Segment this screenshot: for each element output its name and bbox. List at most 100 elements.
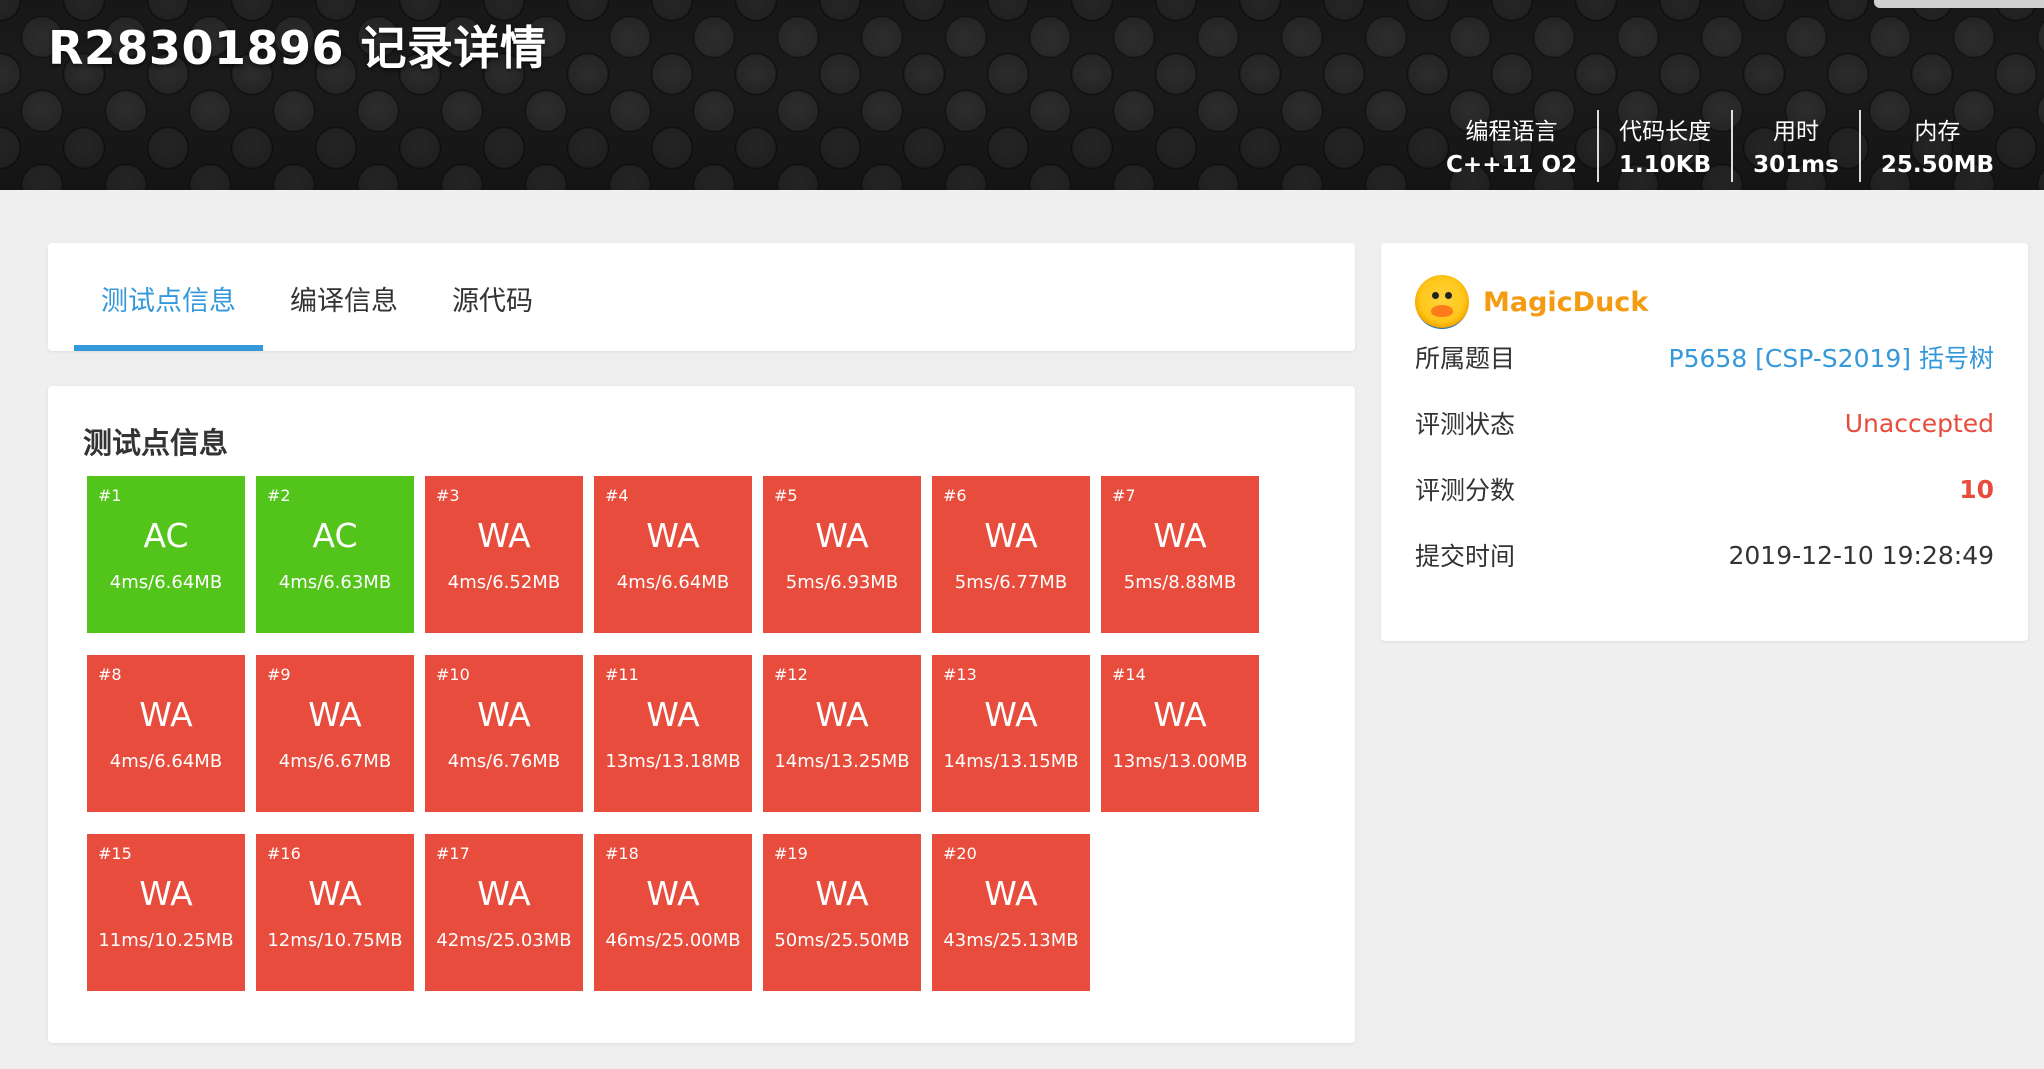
test-case-status: WA [139,695,193,734]
test-case-number: #14 [1112,665,1146,684]
test-case-number: #7 [1112,486,1136,505]
test-case-tile[interactable]: #16 WA 12ms/10.75MB [256,834,414,991]
test-case-tile[interactable]: #20 WA 43ms/25.13MB [932,834,1090,991]
avatar-eye-right [1445,292,1452,299]
test-case-number: #8 [98,665,122,684]
test-case-status: WA [477,516,531,555]
stat-value: 1.10KB [1619,152,1712,178]
test-case-tile[interactable]: #8 WA 4ms/6.64MB [87,655,245,812]
stat-value: C++11 O2 [1446,152,1578,178]
test-case-number: #19 [774,844,808,863]
username-link[interactable]: MagicDuck [1483,287,1648,318]
test-case-time-memory: 4ms/6.67MB [278,751,392,772]
test-case-status: WA [308,695,362,734]
test-case-number: #12 [774,665,808,684]
page-title: R28301896 记录详情 [48,21,547,75]
test-case-number: #11 [605,665,639,684]
test-case-status: WA [477,874,531,913]
stat-label: 代码长度 [1619,119,1712,145]
submission-info-card: MagicDuck 所属题目 P5658 [CSP-S2019] 括号树 评测状… [1381,243,2028,641]
meta-row-score: 评测分数 10 [1415,469,1994,509]
test-case-number: #20 [943,844,977,863]
test-case-status: WA [308,874,362,913]
test-case-tile[interactable]: #18 WA 46ms/25.00MB [594,834,752,991]
meta-key: 评测状态 [1415,410,1516,439]
test-case-number: #16 [267,844,301,863]
meta-row-status: 评测状态 Unaccepted [1415,403,1994,443]
test-case-number: #9 [267,665,291,684]
duck-avatar-icon[interactable] [1415,275,1469,329]
test-case-tile[interactable]: #19 WA 50ms/25.50MB [763,834,921,991]
test-case-time-memory: 13ms/13.18MB [605,751,741,772]
test-case-number: #15 [98,844,132,863]
problem-link[interactable]: P5658 [CSP-S2019] 括号树 [1669,339,1994,375]
stat-value: 301ms [1753,152,1839,178]
test-case-tile[interactable]: #4 WA 4ms/6.64MB [594,476,752,633]
test-case-tile[interactable]: #14 WA 13ms/13.00MB [1101,655,1259,812]
test-case-tile[interactable]: #9 WA 4ms/6.67MB [256,655,414,812]
test-case-number: #10 [436,665,470,684]
avatar-eye-left [1432,292,1439,299]
tabs-card: 测试点信息 编译信息 源代码 [48,243,1355,351]
test-case-tile[interactable]: #13 WA 14ms/13.15MB [932,655,1090,812]
test-case-tile[interactable]: #5 WA 5ms/6.93MB [763,476,921,633]
test-case-time-memory: 4ms/6.64MB [109,751,223,772]
test-case-time-memory: 42ms/25.03MB [436,930,572,951]
test-case-number: #5 [774,486,798,505]
test-case-tile[interactable]: #17 WA 42ms/25.03MB [425,834,583,991]
test-case-status: WA [815,516,869,555]
test-case-tile[interactable]: #10 WA 4ms/6.76MB [425,655,583,812]
stat-time: 用时 301ms [1731,110,1859,182]
test-case-status: WA [646,516,700,555]
test-case-time-memory: 5ms/6.77MB [954,572,1068,593]
test-case-time-memory: 14ms/13.25MB [774,751,910,772]
user-row: MagicDuck [1415,275,1648,329]
stat-code-length: 代码长度 1.10KB [1597,110,1731,182]
test-case-number: #18 [605,844,639,863]
test-case-tile[interactable]: #15 WA 11ms/10.25MB [87,834,245,991]
test-case-time-memory: 11ms/10.25MB [98,930,234,951]
test-case-time-memory: 43ms/25.13MB [943,930,1079,951]
test-case-status: AC [312,516,358,555]
test-case-status: WA [984,695,1038,734]
meta-key: 所属题目 [1415,344,1516,373]
test-case-number: #17 [436,844,470,863]
tab-bar: 测试点信息 编译信息 源代码 [48,243,1355,351]
meta-key: 提交时间 [1415,542,1516,571]
test-case-tile[interactable]: #6 WA 5ms/6.77MB [932,476,1090,633]
test-case-status: WA [815,874,869,913]
test-case-time-memory: 5ms/8.88MB [1123,572,1237,593]
test-case-time-memory: 4ms/6.52MB [447,572,561,593]
record-header-banner: R28301896 记录详情 编程语言 C++11 O2 代码长度 1.10KB… [0,0,2044,190]
test-case-tile[interactable]: #11 WA 13ms/13.18MB [594,655,752,812]
meta-row-submit-time: 提交时间 2019-12-10 19:28:49 [1415,535,1994,575]
scrollbar-stub[interactable] [1874,0,2044,8]
test-case-tile[interactable]: #3 WA 4ms/6.52MB [425,476,583,633]
test-case-time-memory: 4ms/6.64MB [616,572,730,593]
test-cases-card: 测试点信息 #1 AC 4ms/6.64MB #2 AC 4ms/6.63MB #3 WA 4m… [48,386,1355,1043]
stat-label: 用时 [1772,119,1819,145]
stat-language: 编程语言 C++11 O2 [1426,110,1597,182]
test-case-time-memory: 4ms/6.76MB [447,751,561,772]
test-case-status: WA [984,874,1038,913]
stat-label: 编程语言 [1465,119,1558,145]
test-case-number: #4 [605,486,629,505]
test-case-time-memory: 13ms/13.00MB [1112,751,1248,772]
tab-compile-info[interactable]: 编译信息 [263,243,425,351]
test-case-status: WA [477,695,531,734]
test-case-time-memory: 14ms/13.15MB [943,751,1079,772]
test-case-status: WA [1153,695,1207,734]
test-case-tile[interactable]: #2 AC 4ms/6.63MB [256,476,414,633]
test-case-tile[interactable]: #12 WA 14ms/13.25MB [763,655,921,812]
tab-source-code[interactable]: 源代码 [425,243,560,351]
test-case-status: WA [815,695,869,734]
record-stats: 编程语言 C++11 O2 代码长度 1.10KB 用时 301ms 内存 25… [1426,110,2014,182]
test-case-time-memory: 50ms/25.50MB [774,930,910,951]
stat-value: 25.50MB [1880,152,1994,178]
test-case-tile[interactable]: #7 WA 5ms/8.88MB [1101,476,1259,633]
submit-time-value: 2019-12-10 19:28:49 [1728,540,1994,570]
score-value: 10 [1959,474,1994,504]
test-case-number: #13 [943,665,977,684]
test-case-tile[interactable]: #1 AC 4ms/6.64MB [87,476,245,633]
tab-test-cases[interactable]: 测试点信息 [74,243,263,351]
